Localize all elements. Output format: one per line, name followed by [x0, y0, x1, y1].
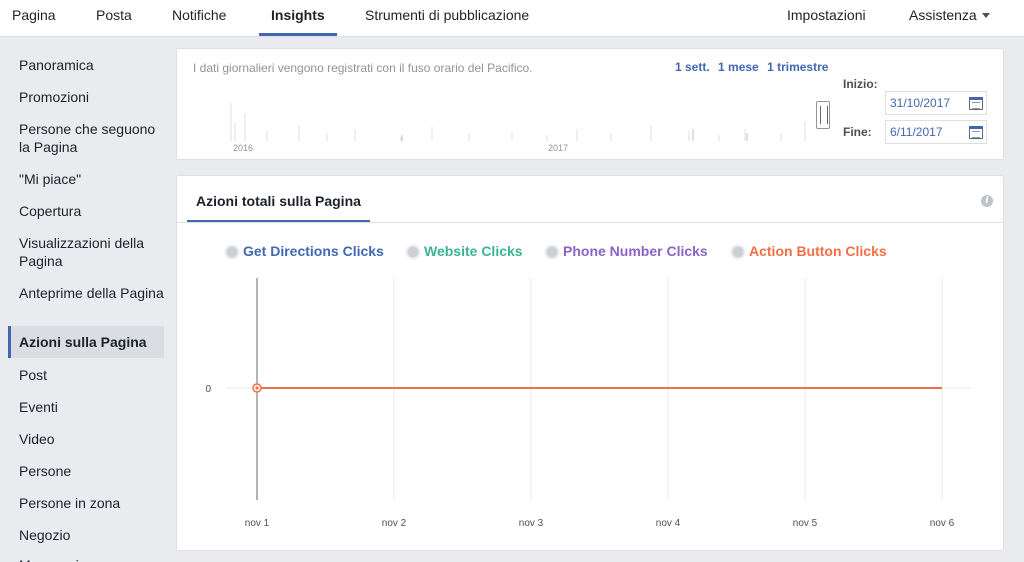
start-date-label: Inizio: [843, 77, 878, 91]
page-actions-chart: nov 1 nov 2 nov 3 nov 4 nov 5 nov 6 0 [205, 278, 971, 529]
y-tick-label: 0 [205, 384, 211, 395]
timeline-sparkline[interactable] [207, 89, 837, 141]
nav-tab-pagina[interactable]: Pagina [12, 0, 56, 37]
range-1-month[interactable]: 1 mese [718, 60, 759, 74]
sidebar-item-messaggi[interactable]: Messaggi [8, 556, 164, 562]
range-slider-handle[interactable] [816, 101, 830, 129]
end-date-value: 6/11/2017 [890, 125, 943, 139]
end-date-label: Fine: [843, 125, 872, 139]
help-menu[interactable]: Assistenza [909, 0, 990, 37]
end-date-field[interactable]: 6/11/2017 [885, 120, 987, 144]
sidebar-item-negozio[interactable]: Negozio [8, 526, 164, 544]
sidebar-item-post[interactable]: Post [8, 366, 164, 384]
chevron-down-icon [981, 13, 990, 18]
sidebar-item-page-views[interactable]: Visualizzazioni della Pagina [8, 234, 164, 270]
x-tick-label: nov 4 [656, 518, 681, 529]
timeline-year-2016: 2016 [233, 143, 254, 153]
sidebar-item-copertura[interactable]: Copertura [8, 202, 164, 220]
active-tab-indicator [259, 33, 337, 36]
settings-link[interactable]: Impostazioni [787, 0, 866, 37]
nav-tab-notifiche[interactable]: Notifiche [172, 0, 226, 37]
sidebar-item-followers[interactable]: Persone che seguono la Pagina [8, 120, 164, 156]
x-tick-label: nov 6 [930, 518, 955, 529]
sidebar-item-likes[interactable]: "Mi piace" [8, 170, 164, 188]
sidebar-item-persone[interactable]: Persone [8, 462, 164, 480]
timezone-note: I dati giornalieri vengono registrati co… [193, 61, 533, 75]
nav-tab-posta[interactable]: Posta [96, 0, 132, 37]
start-date-value: 31/10/2017 [890, 96, 951, 110]
sidebar-item-persone-in-zona[interactable]: Persone in zona [8, 494, 164, 512]
x-tick-label: nov 3 [519, 518, 544, 529]
top-navigation: Pagina Posta Notifiche Insights Strument… [0, 0, 1024, 37]
help-menu-label: Assistenza [909, 7, 977, 23]
x-tick-label: nov 2 [382, 518, 407, 529]
range-1-quarter[interactable]: 1 trimestre [767, 60, 828, 74]
sidebar-item-page-actions[interactable]: Azioni sulla Pagina [8, 326, 164, 358]
sidebar-item-panoramica[interactable]: Panoramica [8, 56, 164, 74]
data-point-marker-core [255, 386, 259, 390]
range-presets: 1 sett. 1 mese 1 trimestre [675, 60, 833, 74]
sidebar-item-page-previews[interactable]: Anteprime della Pagina [8, 284, 164, 302]
range-1-week[interactable]: 1 sett. [675, 60, 710, 74]
sidebar-item-video[interactable]: Video [8, 430, 164, 448]
calendar-icon[interactable] [969, 126, 983, 139]
insights-sidebar: Panoramica Promozioni Persone che seguon… [0, 38, 170, 562]
nav-tab-insights[interactable]: Insights [271, 0, 325, 37]
date-range-card: I dati giornalieri vengono registrati co… [176, 48, 1004, 160]
calendar-icon[interactable] [969, 97, 983, 110]
page-actions-chart-card: Azioni totali sulla Pagina i Get Directi… [176, 175, 1004, 551]
nav-tab-strumenti[interactable]: Strumenti di pubblicazione [365, 0, 529, 37]
sidebar-item-eventi[interactable]: Eventi [8, 398, 164, 416]
start-date-field[interactable]: 31/10/2017 [885, 91, 987, 115]
x-tick-label: nov 5 [793, 518, 818, 529]
sidebar-item-promozioni[interactable]: Promozioni [8, 88, 164, 106]
timeline-year-2017: 2017 [548, 143, 569, 153]
x-tick-label: nov 1 [245, 518, 270, 529]
